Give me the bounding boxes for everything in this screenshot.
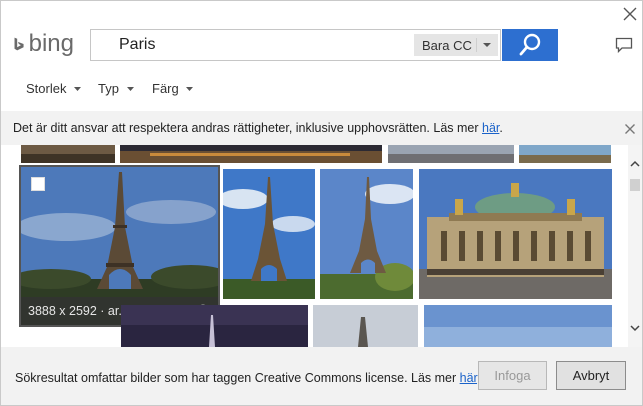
dialog-footer: Sökresultat omfattar bilder som har tagg… (1, 347, 642, 405)
license-footnote: Sökresultat omfattar bilder som har tagg… (15, 371, 481, 385)
filter-size[interactable]: Storlek (26, 81, 82, 96)
rights-notice-text: Det är ditt ansvar att respektera andras… (13, 121, 503, 135)
filter-color[interactable]: Färg (152, 81, 194, 96)
license-scope-select[interactable]: Bara CC (414, 34, 498, 56)
chevron-down-icon[interactable] (628, 321, 642, 335)
bing-logo-icon (14, 37, 24, 51)
rights-notice-link[interactable]: här (482, 121, 499, 135)
insert-button[interactable]: Infoga (478, 361, 547, 390)
chevron-down-icon (74, 87, 82, 91)
chevron-down-icon (186, 87, 194, 91)
close-icon[interactable] (624, 122, 636, 134)
search-icon (519, 33, 541, 56)
chevron-up-icon[interactable] (628, 157, 642, 171)
logo-text: bing (28, 30, 74, 57)
image-dimensions: 3888 x 2592 (28, 304, 97, 318)
rights-notice-message: Det är ditt ansvar att respektera andras… (13, 121, 482, 135)
scrollbar-thumb[interactable] (630, 179, 640, 191)
license-scope-label: Bara CC (422, 38, 472, 53)
rights-notice: Det är ditt ansvar att respektera andras… (1, 111, 642, 145)
image-result[interactable] (223, 169, 315, 299)
close-icon[interactable] (621, 5, 639, 23)
chevron-down-icon (126, 87, 134, 91)
image-result[interactable] (120, 145, 382, 163)
filter-type[interactable]: Typ (98, 81, 135, 96)
feedback-icon[interactable] (615, 37, 633, 54)
search-input[interactable]: Paris (119, 36, 155, 54)
license-footnote-link[interactable]: här (460, 371, 477, 385)
cancel-button[interactable]: Avbryt (556, 361, 626, 390)
chevron-down-icon[interactable] (476, 38, 497, 52)
image-results-grid: 3888 x 2592 · ar.wikipedia.org (1, 145, 628, 347)
filter-color-label: Färg (152, 81, 179, 96)
checkbox-icon[interactable] (31, 177, 45, 191)
search-box[interactable]: Paris Bara CC (90, 29, 501, 61)
image-result[interactable] (121, 305, 308, 347)
image-result[interactable] (424, 305, 612, 347)
license-footnote-message: Sökresultat omfattar bilder som har tagg… (15, 371, 460, 385)
image-meta-separator: · (96, 304, 108, 318)
filter-size-label: Storlek (26, 81, 67, 96)
filter-type-label: Typ (98, 81, 119, 96)
image-search-dialog: bing Paris Bara CC Storlek Typ Färg Det … (0, 0, 643, 406)
image-result-selected[interactable]: 3888 x 2592 · ar.wikipedia.org (19, 165, 220, 327)
image-result[interactable] (419, 169, 612, 299)
bing-logo: bing (14, 30, 74, 58)
image-result[interactable] (21, 145, 115, 163)
rights-notice-period: . (499, 121, 503, 135)
image-result[interactable] (313, 305, 418, 347)
vertical-scrollbar[interactable] (628, 145, 642, 347)
image-result[interactable] (388, 145, 514, 163)
image-result[interactable] (519, 145, 611, 163)
image-result[interactable] (320, 169, 413, 299)
search-button[interactable] (502, 29, 558, 61)
